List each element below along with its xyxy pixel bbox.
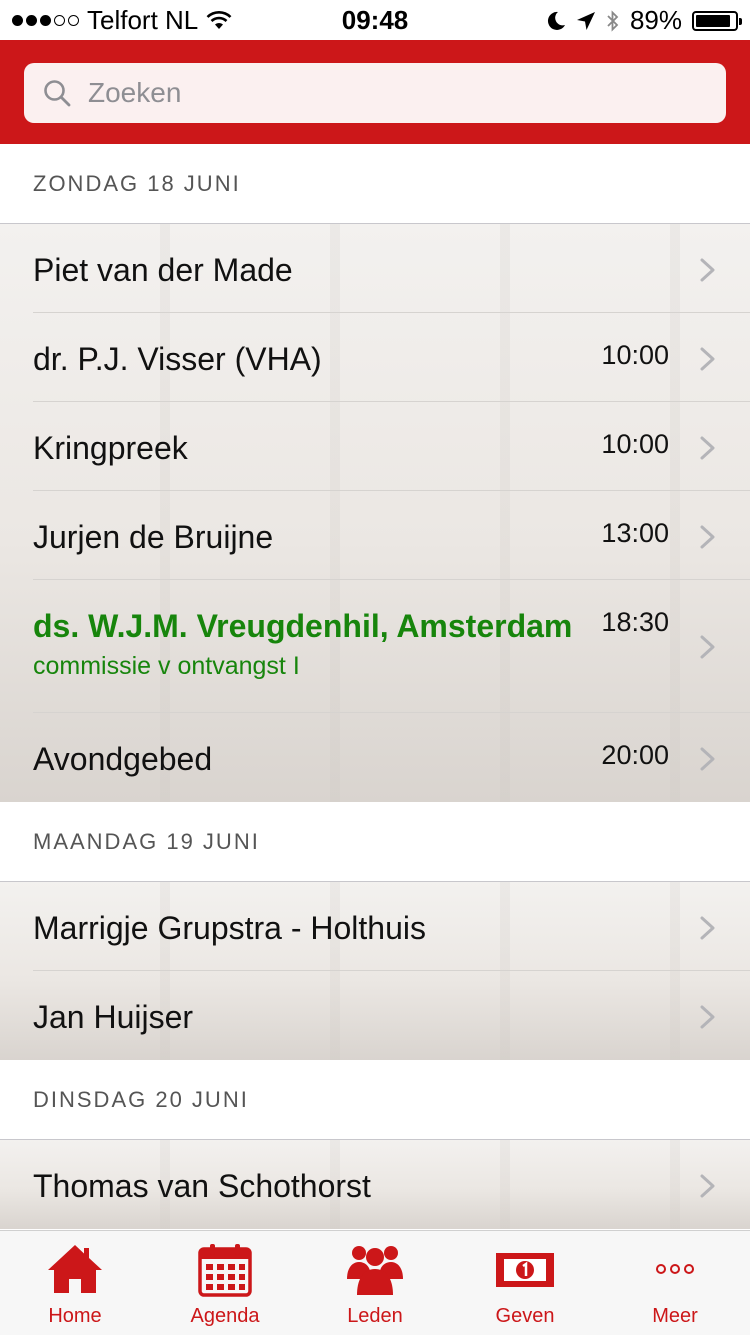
chevron-right-icon	[700, 525, 715, 549]
list-item[interactable]: Jan Huijser	[0, 971, 750, 1060]
list-item[interactable]: Piet van der Made	[33, 224, 750, 313]
location-arrow-icon	[576, 11, 595, 30]
item-time: 10:00	[601, 340, 669, 370]
item-subtitle: commissie v ontvangst I	[33, 652, 300, 680]
search-icon	[44, 80, 71, 107]
chevron-right-icon	[700, 1174, 715, 1198]
chevron-right-icon	[700, 635, 715, 659]
section-body: Thomas van Schothorst	[0, 1140, 750, 1229]
battery-percentage: 89%	[629, 5, 682, 35]
section-header: DINSDAG 20 JUNI	[0, 1060, 750, 1140]
chevron-right-icon	[700, 436, 715, 460]
item-time: 18:30	[601, 607, 669, 637]
tab-label: Leden	[347, 1305, 403, 1327]
tab-label: Home	[48, 1305, 102, 1327]
moon-icon	[547, 11, 565, 30]
section-header: MAANDAG 19 JUNI	[0, 802, 750, 882]
tab-leden[interactable]: Leden	[300, 1231, 450, 1335]
chevron-right-icon	[700, 916, 715, 940]
item-title: dr. P.J. Visser (VHA)	[33, 341, 322, 377]
item-title: Kringpreek	[33, 430, 188, 466]
chevron-right-icon	[700, 1005, 715, 1029]
item-title: Marrigje Grupstra - Holthuis	[33, 910, 426, 946]
item-time: 10:00	[601, 429, 669, 459]
list-item[interactable]: dr. P.J. Visser (VHA) 10:00	[33, 313, 750, 402]
item-title: Piet van der Made	[33, 252, 293, 288]
list-item[interactable]: Thomas van Schothorst	[0, 1140, 750, 1229]
status-bar: Telfort NL 09:48 89%	[0, 0, 750, 40]
list-item[interactable]: Jurjen de Bruijne 13:00	[33, 491, 750, 580]
tab-bar: Home Agenda Leden Geven Meer	[0, 1230, 750, 1335]
item-title: ds. W.J.M. Vreugdenhil, Amsterdam	[33, 608, 573, 644]
home-icon	[48, 1245, 102, 1293]
list-item[interactable]: Kringpreek 10:00	[33, 402, 750, 491]
banknote-icon	[496, 1253, 554, 1287]
tab-label: Meer	[652, 1305, 698, 1327]
item-title: Thomas van Schothorst	[33, 1168, 371, 1204]
calendar-icon	[198, 1244, 252, 1297]
chevron-right-icon	[700, 747, 715, 771]
item-title: Jan Huijser	[33, 999, 194, 1035]
section-body: Piet van der Made dr. P.J. Visser (VHA) …	[0, 224, 750, 802]
members-icon	[347, 1246, 403, 1295]
list-item-highlighted[interactable]: ds. W.J.M. Vreugdenhil, Amsterdam commis…	[33, 580, 750, 713]
agenda-list[interactable]: ZONDAG 18 JUNI Piet van der Made dr. P.J…	[0, 144, 750, 1230]
tab-home[interactable]: Home	[0, 1231, 150, 1335]
item-time: 20:00	[601, 740, 669, 770]
chevron-right-icon	[700, 258, 715, 282]
chevron-right-icon	[700, 347, 715, 371]
battery-icon	[692, 10, 742, 31]
bluetooth-icon	[607, 9, 619, 32]
header-bar	[0, 40, 750, 144]
section-body: Marrigje Grupstra - Holthuis Jan Huijser	[0, 882, 750, 1060]
item-title: Avondgebed	[33, 741, 213, 777]
tab-meer[interactable]: Meer	[600, 1231, 750, 1335]
tab-geven[interactable]: Geven	[450, 1231, 600, 1335]
search-input[interactable]	[86, 76, 690, 110]
more-icon	[656, 1264, 694, 1274]
list-item[interactable]: Marrigje Grupstra - Holthuis	[33, 882, 750, 971]
search-bar[interactable]	[24, 63, 726, 123]
tab-label: Agenda	[190, 1305, 260, 1327]
item-time: 13:00	[601, 518, 669, 548]
list-item[interactable]: Avondgebed 20:00	[0, 713, 750, 802]
tab-agenda[interactable]: Agenda	[150, 1231, 300, 1335]
section-header: ZONDAG 18 JUNI	[0, 144, 750, 224]
tab-label: Geven	[495, 1305, 555, 1327]
status-right: 89%	[546, 5, 742, 36]
item-title: Jurjen de Bruijne	[33, 519, 274, 555]
